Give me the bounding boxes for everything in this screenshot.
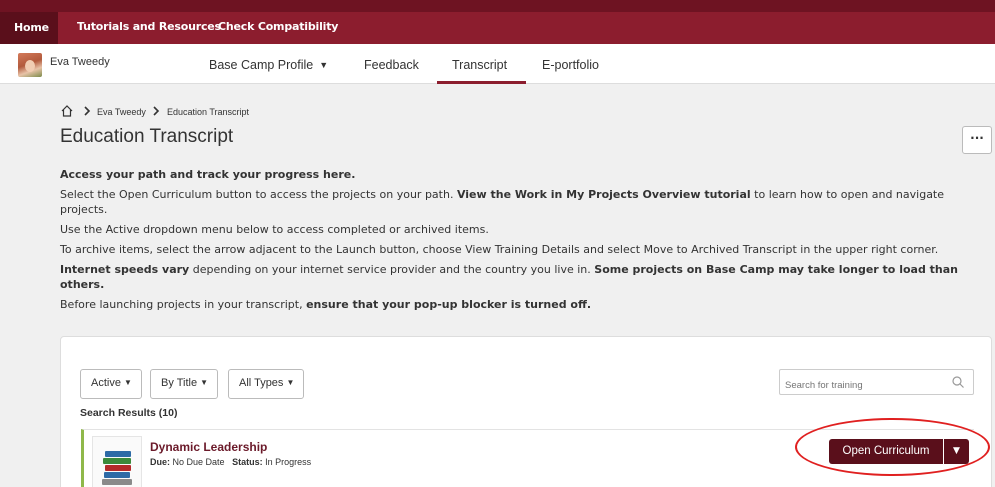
secondary-nav: Eva Tweedy Base Camp Profile ▼ Feedback T… <box>0 44 995 84</box>
nav-tutorials[interactable]: Tutorials and Resources <box>77 20 221 33</box>
chevron-right-icon <box>153 106 160 116</box>
search-icon[interactable] <box>951 375 965 389</box>
page-title: Education Transcript <box>60 126 234 147</box>
tab-e-portfolio[interactable]: E-portfolio <box>542 58 599 72</box>
avatar[interactable] <box>18 53 42 77</box>
chevron-down-icon: ▼ <box>319 60 329 70</box>
nav-home[interactable]: Home <box>0 12 58 44</box>
breadcrumb-item-current: Education Transcript <box>167 107 250 117</box>
chevron-down-icon: ▼ <box>200 378 208 387</box>
tab-label: Base Camp Profile <box>209 58 314 72</box>
status-filter-dropdown[interactable]: Active ▼ <box>80 369 142 399</box>
intro-text: Access your path and track your progress… <box>60 167 980 317</box>
intro-paragraph: Internet speeds vary depending on your i… <box>60 263 958 291</box>
training-title[interactable]: Dynamic Leadership <box>150 440 267 454</box>
intro-paragraph: To archive items, select the arrow adjac… <box>60 243 939 256</box>
home-icon[interactable] <box>60 104 74 118</box>
search-input[interactable] <box>779 369 974 395</box>
nav-check-compatibility[interactable]: Check Compatibility <box>218 20 338 33</box>
tutorial-link[interactable]: View the Work in My Projects Overview tu… <box>457 188 751 201</box>
books-icon <box>92 436 142 487</box>
intro-paragraph: Select the Open Curriculum button to acc… <box>60 188 945 216</box>
chevron-down-icon: ▼ <box>123 378 132 387</box>
top-nav-bar: Home Tutorials and Resources Check Compa… <box>0 0 995 44</box>
tab-base-camp-profile[interactable]: Base Camp Profile ▼ <box>209 58 328 72</box>
type-filter-dropdown[interactable]: All Types ▼ <box>228 369 305 399</box>
intro-paragraph: Before launching projects in your transc… <box>60 298 592 311</box>
breadcrumb-item-user[interactable]: Eva Tweedy <box>97 107 146 117</box>
chevron-right-icon <box>84 106 91 116</box>
intro-heading: Access your path and track your progress… <box>60 168 356 181</box>
top-strip <box>0 0 995 12</box>
tab-feedback[interactable]: Feedback <box>364 58 419 72</box>
more-options-button[interactable]: ··· <box>962 126 992 154</box>
active-tab-indicator <box>437 81 526 84</box>
annotation-highlight-ellipse <box>795 418 990 476</box>
chevron-down-icon: ▼ <box>286 378 295 387</box>
intro-paragraph: Use the Active dropdown menu below to ac… <box>60 223 489 236</box>
sort-dropdown[interactable]: By Title ▼ <box>150 369 218 399</box>
training-meta: Due: No Due Date Status: In Progress <box>150 457 312 467</box>
user-name[interactable]: Eva Tweedy <box>50 56 110 68</box>
tab-transcript[interactable]: Transcript <box>452 58 507 72</box>
search-results-count: Search Results (10) <box>80 407 178 419</box>
